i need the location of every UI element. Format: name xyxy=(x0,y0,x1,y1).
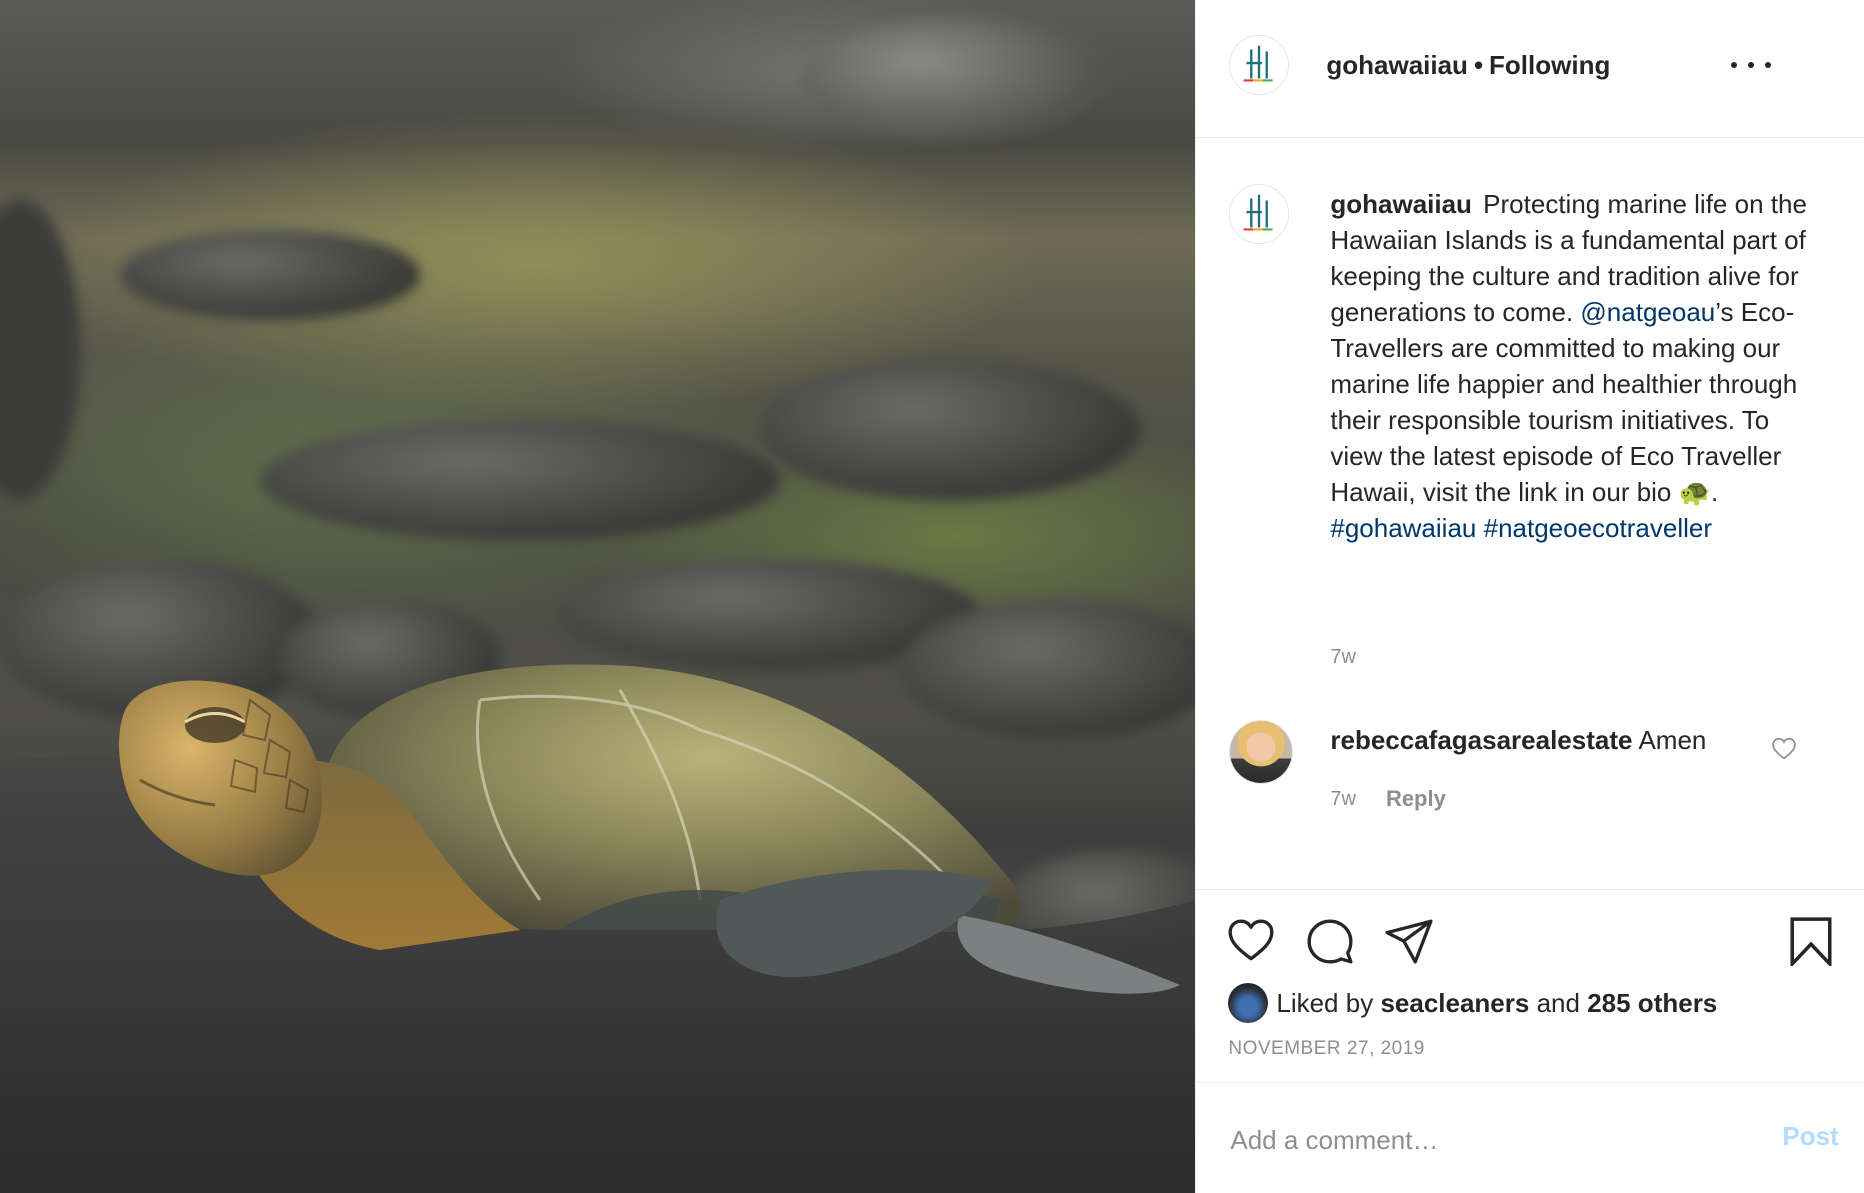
post-comment-button[interactable]: Post xyxy=(1782,1121,1838,1152)
caption-text: gohawaiiau Protecting marine life on the… xyxy=(1330,186,1816,546)
commenter-username[interactable]: rebeccafagasarealestate xyxy=(1330,725,1632,755)
instagram-post: gohawaiiau • Following gohawaiiau Protec… xyxy=(0,0,1864,1193)
header-username[interactable]: gohawaiiau xyxy=(1326,50,1468,80)
liked-by-and: and xyxy=(1536,987,1580,1018)
hashtag-link[interactable]: #natgeoecotraveller xyxy=(1484,513,1712,543)
comment-body: Amen xyxy=(1638,725,1707,755)
heart-icon[interactable] xyxy=(1226,916,1276,966)
turtle-emoji: 🐢 xyxy=(1678,477,1712,507)
header-title: gohawaiiau • Following xyxy=(1326,50,1610,81)
post-header: gohawaiiau • Following xyxy=(1196,0,1864,138)
more-dot xyxy=(1748,62,1755,68)
commenter-photo xyxy=(1230,721,1293,783)
hawaii-logo-icon xyxy=(1230,36,1289,94)
paper-plane-icon[interactable] xyxy=(1384,916,1434,966)
bookmark-icon[interactable] xyxy=(1786,916,1836,966)
post-photo[interactable] xyxy=(0,0,1196,1193)
comment-bubble-icon[interactable] xyxy=(1305,916,1355,966)
caption-body-3: . xyxy=(1711,477,1719,507)
caption-avatar[interactable] xyxy=(1229,184,1290,244)
post-date[interactable]: NOVEMBER 27, 2019 xyxy=(1228,1038,1424,1060)
post-actions: Liked by seacleaners and 285 others NOVE… xyxy=(1196,889,1864,1083)
liker-username[interactable]: seacleaners xyxy=(1380,988,1529,1019)
hashtag-link[interactable]: #gohawaiiau xyxy=(1330,513,1476,543)
comment-text: rebeccafagasarealestate Amen xyxy=(1330,722,1706,758)
likes-summary: Liked by seacleaners and 285 others xyxy=(1228,983,1717,1023)
profile-avatar[interactable] xyxy=(1229,35,1290,95)
more-dot xyxy=(1731,62,1738,68)
mention-link[interactable]: @natgeoau xyxy=(1580,297,1715,327)
liked-by-prefix: Liked by xyxy=(1276,987,1374,1018)
caption-body-2: ’s Eco-Travellers are committed to makin… xyxy=(1330,297,1798,507)
add-comment-bar: Post xyxy=(1196,1082,1864,1193)
following-button[interactable]: Following xyxy=(1489,50,1610,80)
sea-turtle-illustration xyxy=(0,664,1196,1193)
more-dot xyxy=(1765,62,1772,68)
liker-avatar[interactable] xyxy=(1228,983,1269,1023)
caption-timestamp[interactable]: 7w xyxy=(1330,646,1356,669)
header-separator: • xyxy=(1473,50,1484,80)
comment-meta: 7w Reply xyxy=(1330,786,1446,812)
hawaii-logo-icon xyxy=(1230,185,1289,243)
comment-input[interactable] xyxy=(1228,1117,1713,1163)
commenter-avatar[interactable] xyxy=(1229,720,1294,784)
likes-count-link[interactable]: 285 others xyxy=(1587,988,1717,1019)
post-side-panel: gohawaiiau • Following gohawaiiau Protec… xyxy=(1195,0,1864,1193)
more-options-icon[interactable] xyxy=(1731,52,1772,78)
comment-timestamp[interactable]: 7w xyxy=(1330,788,1356,811)
comment-heart-icon[interactable] xyxy=(1771,736,1797,760)
reply-button[interactable]: Reply xyxy=(1386,786,1446,812)
caption-username[interactable]: gohawaiiau xyxy=(1330,189,1472,219)
comments-list[interactable]: gohawaiiau Protecting marine life on the… xyxy=(1196,138,1864,888)
